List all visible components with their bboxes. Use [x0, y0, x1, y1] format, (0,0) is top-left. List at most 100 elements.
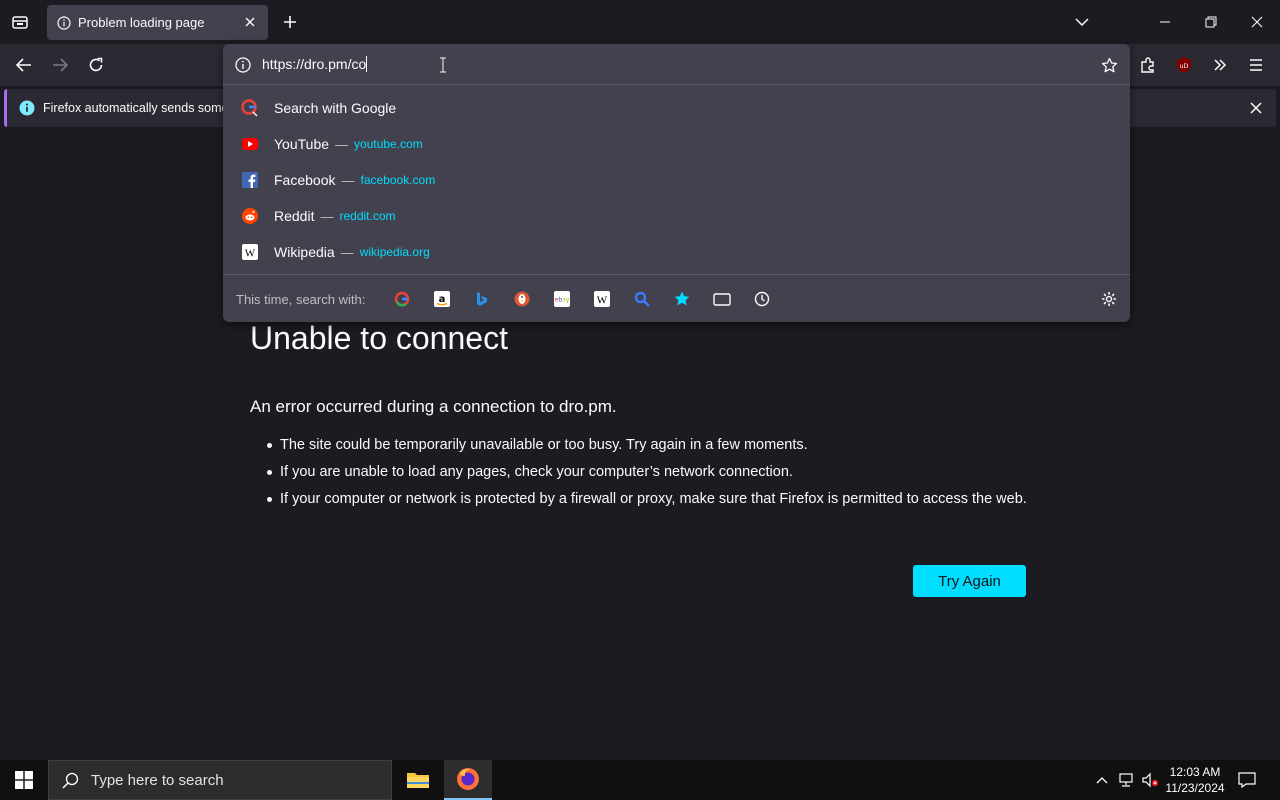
notification-icon: [1238, 772, 1256, 788]
star-icon: [1101, 57, 1117, 72]
reload-button[interactable]: [82, 51, 110, 79]
suggestion-facebook[interactable]: Facebook — facebook.com: [235, 163, 1118, 197]
address-input[interactable]: https://dro.pm/co: [262, 56, 367, 72]
restore-button[interactable]: [1196, 8, 1226, 36]
back-button[interactable]: [10, 51, 38, 79]
suggestion-reddit[interactable]: Reddit — reddit.com: [235, 199, 1118, 233]
windows-taskbar: Type here to search 12:03 AM 11/23/2024: [0, 760, 1280, 800]
wikipedia-engine-button[interactable]: W: [592, 289, 612, 309]
ublock-shield-icon: uD: [1177, 57, 1191, 73]
ebay-icon: ebay: [554, 291, 570, 307]
chevrons-right-icon: [1214, 59, 1227, 71]
svg-text:uD: uD: [1180, 63, 1189, 70]
show-hidden-icons-button[interactable]: [1090, 760, 1114, 800]
search-with-label: This time, search with:: [236, 292, 366, 307]
clock-time: 12:03 AM: [1169, 765, 1221, 779]
tab-strip: Problem loading page: [0, 0, 1280, 44]
forward-button[interactable]: [46, 51, 74, 79]
extensions-button[interactable]: [1134, 51, 1162, 79]
ebay-engine-button[interactable]: ebay: [552, 289, 572, 309]
search-settings-button[interactable]: [1099, 289, 1119, 309]
error-suggestions-list: The site could be temporarily unavailabl…: [267, 435, 1040, 516]
chevron-down-icon: [1075, 18, 1089, 27]
gear-icon: [1102, 292, 1116, 306]
suggestion-label: Wikipedia: [274, 244, 335, 260]
amazon-engine-button[interactable]: a: [432, 289, 452, 309]
separator: —: [320, 208, 334, 224]
amazon-icon: a: [434, 291, 450, 307]
restore-icon: [1205, 16, 1217, 28]
network-icon: [1119, 773, 1133, 787]
arrow-right-icon: [53, 58, 68, 72]
suggestion-url: reddit.com: [339, 209, 396, 223]
google-icon: [241, 99, 259, 117]
duckduckgo-engine-button[interactable]: [512, 289, 532, 309]
firefox-taskbar-button[interactable]: [444, 760, 492, 800]
minimize-button[interactable]: [1150, 8, 1180, 36]
puzzle-icon: [1141, 57, 1154, 73]
taskbar-search-box[interactable]: Type here to search: [48, 760, 392, 800]
ublock-origin-button[interactable]: uD: [1170, 51, 1198, 79]
folder-icon: [407, 773, 429, 788]
start-button[interactable]: [0, 760, 48, 800]
plus-icon: [284, 16, 296, 28]
taskbar-search-placeholder: Type here to search: [91, 771, 224, 789]
list-all-tabs-button[interactable]: [1070, 10, 1094, 34]
address-bar[interactable]: https://dro.pm/co: [223, 44, 1130, 85]
volume-button[interactable]: [1138, 760, 1162, 800]
more-tools-button[interactable]: [1206, 51, 1234, 79]
info-icon: [57, 15, 71, 30]
firefox-view-button[interactable]: [6, 8, 34, 36]
suggestion-label: Facebook: [274, 172, 336, 188]
duckduckgo-icon: [514, 291, 530, 307]
firefox-icon: [457, 768, 479, 790]
google-engine-button[interactable]: [392, 289, 412, 309]
one-off-search-bar: This time, search with: a ebay W: [223, 274, 1130, 322]
action-center-button[interactable]: [1232, 760, 1262, 800]
clock-icon: [754, 291, 770, 307]
star-icon: [674, 291, 690, 306]
error-suggestion-item: If your computer or network is protected…: [267, 489, 1040, 509]
taskbar-clock[interactable]: 12:03 AM 11/23/2024: [1162, 764, 1228, 796]
tab-icon: [713, 293, 731, 306]
history-search-button[interactable]: [752, 289, 772, 309]
tabs-search-button[interactable]: [712, 289, 732, 309]
arrow-left-icon: [16, 58, 31, 72]
app-menu-button[interactable]: [1242, 51, 1270, 79]
firefox-view-icon: [12, 16, 28, 29]
error-title: Unable to connect: [250, 320, 508, 356]
text-cursor-icon: [440, 57, 446, 73]
suggestion-search-google[interactable]: Search with Google: [235, 91, 1118, 125]
file-explorer-button[interactable]: [394, 760, 442, 800]
error-suggestion-item: If you are unable to load any pages, che…: [267, 462, 1040, 482]
network-button[interactable]: [1115, 760, 1139, 800]
notification-close-button[interactable]: [1245, 97, 1267, 119]
tab-title: Problem loading page: [78, 15, 205, 30]
suggestion-youtube[interactable]: YouTube — youtube.com: [235, 127, 1118, 161]
info-icon[interactable]: [235, 57, 251, 73]
bing-engine-button[interactable]: [472, 289, 492, 309]
separator: —: [340, 244, 354, 260]
suggestion-wikipedia[interactable]: W Wikipedia — wikipedia.org: [235, 235, 1118, 269]
bookmark-star-button[interactable]: [1097, 53, 1121, 77]
separator: —: [335, 136, 349, 152]
suggestion-url: facebook.com: [360, 173, 436, 187]
bookmarks-search-button[interactable]: [672, 289, 692, 309]
address-bar-dropdown: https://dro.pm/co Search with Google You…: [223, 44, 1130, 322]
reload-icon: [89, 57, 103, 72]
youtube-icon: [241, 135, 259, 153]
suggestion-url: wikipedia.org: [359, 245, 430, 259]
suggestion-label: YouTube: [274, 136, 330, 152]
search-icon: [62, 772, 79, 789]
new-tab-button[interactable]: [278, 10, 302, 34]
wikipedia-icon: W: [594, 291, 610, 307]
tab-active[interactable]: Problem loading page: [47, 5, 268, 40]
close-window-button[interactable]: [1242, 8, 1272, 36]
suggestion-label: Search with Google: [274, 100, 397, 116]
try-again-button[interactable]: Try Again: [913, 565, 1026, 597]
svg-text:W: W: [597, 295, 608, 307]
tab-close-button[interactable]: [241, 13, 259, 31]
search-engine-button[interactable]: [632, 289, 652, 309]
clock-date: 11/23/2024: [1165, 781, 1225, 795]
hamburger-menu-icon: [1250, 59, 1262, 71]
